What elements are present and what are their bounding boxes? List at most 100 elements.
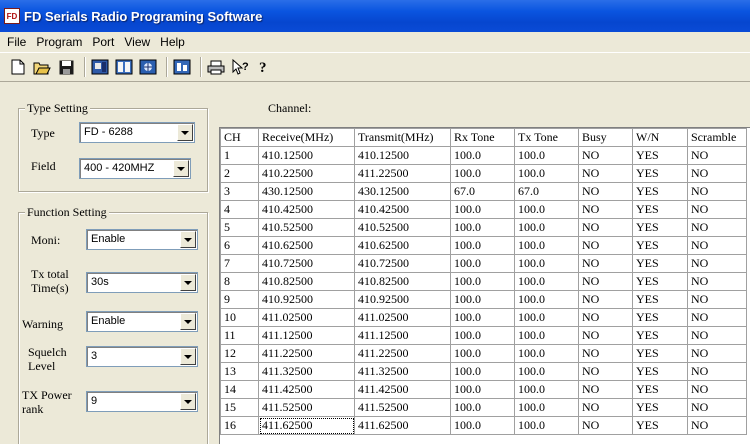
menu-file[interactable]: File [2,35,31,49]
table-row[interactable]: 2 410.22500 411.22500 100.0 100.0 NO YES NO [220,164,747,183]
cell-ch[interactable]: 2 [220,164,259,183]
column-header-ch[interactable]: CH [220,128,259,147]
table-row[interactable]: 16 411.62500 411.62500 100.0 100.0 NO YES NO [220,416,747,435]
cell-ch[interactable]: 11 [220,326,259,345]
cell-transmit[interactable]: 411.22500 [354,164,451,183]
cell-transmit[interactable]: 410.72500 [354,254,451,273]
cell-busy[interactable]: NO [578,182,633,201]
column-header-transmit[interactable]: Transmit(MHz) [354,128,451,147]
cell-ch[interactable]: 10 [220,308,259,327]
cell-scramble[interactable]: NO [687,290,747,309]
chevron-down-icon[interactable] [177,124,193,141]
menu-port[interactable]: Port [87,35,119,49]
cell-receive[interactable]: 411.32500 [258,362,355,381]
cell-receive[interactable]: 411.22500 [258,344,355,363]
cell-rx-tone[interactable]: 100.0 [450,326,515,345]
cell-tx-tone[interactable]: 100.0 [514,362,579,381]
cell-transmit[interactable]: 410.92500 [354,290,451,309]
cell-scramble[interactable]: NO [687,182,747,201]
cell-ch[interactable]: 16 [220,416,259,435]
save-icon[interactable] [56,57,76,77]
cell-rx-tone[interactable]: 100.0 [450,218,515,237]
cell-scramble[interactable]: NO [687,146,747,165]
cell-scramble[interactable]: NO [687,164,747,183]
cell-wn[interactable]: YES [632,272,688,291]
cell-receive[interactable]: 410.82500 [258,272,355,291]
tx-total-time-select[interactable]: 30s [86,272,198,293]
cell-receive[interactable]: 410.42500 [258,200,355,219]
cell-ch[interactable]: 13 [220,362,259,381]
cell-wn[interactable]: YES [632,398,688,417]
cell-wn[interactable]: YES [632,290,688,309]
cell-busy[interactable]: NO [578,200,633,219]
cell-transmit[interactable]: 411.42500 [354,380,451,399]
cell-receive[interactable]: 411.02500 [258,308,355,327]
table-row[interactable]: 1 410.12500 410.12500 100.0 100.0 NO YES NO [220,146,747,165]
table-row[interactable]: 7 410.72500 410.72500 100.0 100.0 NO YES NO [220,254,747,273]
cell-rx-tone[interactable]: 100.0 [450,290,515,309]
cell-transmit[interactable]: 410.52500 [354,218,451,237]
cell-rx-tone[interactable]: 100.0 [450,164,515,183]
new-icon[interactable] [8,57,28,77]
cell-busy[interactable]: NO [578,254,633,273]
table-row[interactable]: 8 410.82500 410.82500 100.0 100.0 NO YES NO [220,272,747,291]
cell-scramble[interactable]: NO [687,380,747,399]
cell-tx-tone[interactable]: 100.0 [514,380,579,399]
column-header-scramble[interactable]: Scramble [687,128,747,147]
table-row[interactable]: 3 430.12500 430.12500 67.0 67.0 NO YES NO [220,182,747,201]
cell-transmit[interactable]: 410.82500 [354,272,451,291]
cell-busy[interactable]: NO [578,218,633,237]
cell-scramble[interactable]: NO [687,218,747,237]
cell-ch[interactable]: 7 [220,254,259,273]
cell-receive[interactable]: 430.12500 [258,182,355,201]
table-row[interactable]: 14 411.42500 411.42500 100.0 100.0 NO YES NO [220,380,747,399]
table-row[interactable]: 10 411.02500 411.02500 100.0 100.0 NO YES NO [220,308,747,327]
open-icon[interactable] [32,57,52,77]
cell-tx-tone[interactable]: 100.0 [514,272,579,291]
cell-receive[interactable]: 411.12500 [258,326,355,345]
tx-power-rank-select[interactable]: 9 [86,391,198,412]
table-row[interactable]: 13 411.32500 411.32500 100.0 100.0 NO YES NO [220,362,747,381]
cell-transmit[interactable]: 410.62500 [354,236,451,255]
cell-scramble[interactable]: NO [687,254,747,273]
cell-rx-tone[interactable]: 100.0 [450,344,515,363]
cell-wn[interactable]: YES [632,236,688,255]
table-row[interactable]: 6 410.62500 410.62500 100.0 100.0 NO YES NO [220,236,747,255]
column-header-wn[interactable]: W/N [632,128,688,147]
cell-transmit[interactable]: 410.12500 [354,146,451,165]
cell-rx-tone[interactable]: 100.0 [450,272,515,291]
cell-scramble[interactable]: NO [687,200,747,219]
cell-transmit[interactable]: 410.42500 [354,200,451,219]
cell-receive[interactable]: 410.22500 [258,164,355,183]
cell-rx-tone[interactable]: 67.0 [450,182,515,201]
cell-scramble[interactable]: NO [687,326,747,345]
chevron-down-icon[interactable] [180,313,196,330]
cell-transmit[interactable]: 411.02500 [354,308,451,327]
column-header-rx-tone[interactable]: Rx Tone [450,128,515,147]
table-row[interactable]: 4 410.42500 410.42500 100.0 100.0 NO YES NO [220,200,747,219]
cell-tx-tone[interactable]: 100.0 [514,254,579,273]
chevron-down-icon[interactable] [180,348,196,365]
menu-help[interactable]: Help [155,35,190,49]
cell-busy[interactable]: NO [578,308,633,327]
cell-tx-tone[interactable]: 100.0 [514,236,579,255]
cell-ch[interactable]: 4 [220,200,259,219]
chevron-down-icon[interactable] [180,274,196,291]
cell-wn[interactable]: YES [632,344,688,363]
cell-wn[interactable]: YES [632,254,688,273]
cell-busy[interactable]: NO [578,290,633,309]
chevron-down-icon[interactable] [180,231,196,248]
cell-rx-tone[interactable]: 100.0 [450,308,515,327]
cell-busy[interactable]: NO [578,344,633,363]
chevron-down-icon[interactable] [180,393,196,410]
cell-receive[interactable]: 411.52500 [258,398,355,417]
cell-busy[interactable]: NO [578,398,633,417]
cell-rx-tone[interactable]: 100.0 [450,254,515,273]
table-row[interactable]: 15 411.52500 411.52500 100.0 100.0 NO YES NO [220,398,747,417]
cell-transmit[interactable]: 411.22500 [354,344,451,363]
column-header-busy[interactable]: Busy [578,128,633,147]
cell-busy[interactable]: NO [578,164,633,183]
cell-busy[interactable]: NO [578,272,633,291]
read-radio-icon[interactable] [90,57,110,77]
cell-ch[interactable]: 3 [220,182,259,201]
